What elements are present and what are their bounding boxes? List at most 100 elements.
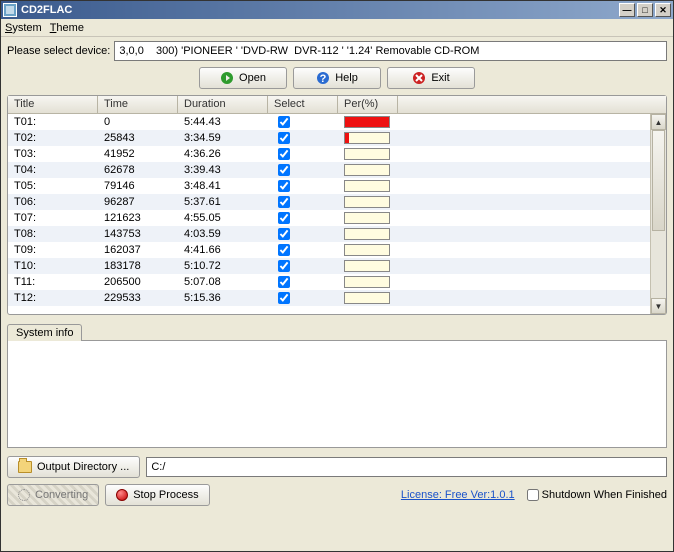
cell-title: T11:: [8, 276, 98, 288]
row-select-checkbox[interactable]: [278, 292, 290, 304]
table-row[interactable]: T12:2295335:15.36: [8, 290, 666, 306]
row-select-checkbox[interactable]: [278, 132, 290, 144]
exit-icon: [412, 71, 426, 85]
cell-time: 25843: [98, 132, 178, 144]
table-row[interactable]: T06:962875:37.61: [8, 194, 666, 210]
col-duration[interactable]: Duration: [178, 96, 268, 113]
table-row[interactable]: T05:791463:48.41: [8, 178, 666, 194]
row-select-checkbox[interactable]: [278, 228, 290, 240]
gear-icon: [18, 489, 30, 501]
table-row[interactable]: T02:258433:34.59: [8, 130, 666, 146]
cell-duration: 5:44.43: [178, 116, 268, 128]
help-icon: ?: [316, 71, 330, 85]
cell-duration: 3:48.41: [178, 180, 268, 192]
cell-title: T10:: [8, 260, 98, 272]
cell-duration: 5:10.72: [178, 260, 268, 272]
progress-bar: [344, 244, 390, 256]
output-directory-button[interactable]: Output Directory ...: [7, 456, 140, 478]
menu-bar: System Theme: [1, 19, 673, 37]
cell-time: 96287: [98, 196, 178, 208]
cell-duration: 4:41.66: [178, 244, 268, 256]
cell-time: 121623: [98, 212, 178, 224]
device-select[interactable]: [114, 41, 667, 61]
cell-title: T01:: [8, 116, 98, 128]
progress-bar: [344, 228, 390, 240]
cell-title: T05:: [8, 180, 98, 192]
scroll-thumb[interactable]: [652, 130, 665, 231]
row-select-checkbox[interactable]: [278, 260, 290, 272]
cell-title: T03:: [8, 148, 98, 160]
cell-time: 62678: [98, 164, 178, 176]
cell-title: T07:: [8, 212, 98, 224]
close-button[interactable]: ✕: [655, 3, 671, 17]
cell-time: 162037: [98, 244, 178, 256]
row-select-checkbox[interactable]: [278, 148, 290, 160]
row-select-checkbox[interactable]: [278, 276, 290, 288]
cell-time: 183178: [98, 260, 178, 272]
row-select-checkbox[interactable]: [278, 196, 290, 208]
exit-button[interactable]: Exit: [387, 67, 475, 89]
maximize-button[interactable]: □: [637, 3, 653, 17]
cell-title: T12:: [8, 292, 98, 304]
col-select[interactable]: Select: [268, 96, 338, 113]
progress-bar: [344, 132, 390, 144]
table-row[interactable]: T04:626783:39.43: [8, 162, 666, 178]
scroll-down-icon[interactable]: ▼: [651, 298, 666, 314]
tab-system-info[interactable]: System info: [7, 324, 82, 341]
cell-duration: 5:37.61: [178, 196, 268, 208]
progress-bar: [344, 180, 390, 192]
cell-duration: 5:15.36: [178, 292, 268, 304]
device-label: Please select device:: [7, 45, 110, 57]
app-window: CD2FLAC — □ ✕ System Theme Please select…: [0, 0, 674, 552]
table-row[interactable]: T11:2065005:07.08: [8, 274, 666, 290]
scroll-up-icon[interactable]: ▲: [651, 114, 666, 130]
minimize-button[interactable]: —: [619, 3, 635, 17]
cell-title: T09:: [8, 244, 98, 256]
table-row[interactable]: T08:1437534:03.59: [8, 226, 666, 242]
progress-bar: [344, 212, 390, 224]
converting-button[interactable]: Converting: [7, 484, 99, 506]
row-select-checkbox[interactable]: [278, 244, 290, 256]
col-title[interactable]: Title: [8, 96, 98, 113]
shutdown-checkbox-label[interactable]: Shutdown When Finished: [527, 489, 667, 501]
cell-duration: 3:39.43: [178, 164, 268, 176]
progress-bar: [344, 164, 390, 176]
cell-time: 41952: [98, 148, 178, 160]
cell-title: T04:: [8, 164, 98, 176]
app-icon: [3, 3, 17, 17]
license-link[interactable]: License: Free Ver:1.0.1: [401, 489, 515, 501]
cell-time: 143753: [98, 228, 178, 240]
col-time[interactable]: Time: [98, 96, 178, 113]
cell-duration: 3:34.59: [178, 132, 268, 144]
folder-icon: [18, 461, 32, 473]
row-select-checkbox[interactable]: [278, 116, 290, 128]
cell-time: 79146: [98, 180, 178, 192]
row-select-checkbox[interactable]: [278, 164, 290, 176]
row-select-checkbox[interactable]: [278, 180, 290, 192]
col-percent[interactable]: Per(%): [338, 96, 398, 113]
track-table: Title Time Duration Select Per(%) T01:05…: [7, 95, 667, 315]
menu-theme[interactable]: Theme: [50, 22, 84, 34]
vertical-scrollbar[interactable]: ▲ ▼: [650, 114, 666, 314]
cell-time: 206500: [98, 276, 178, 288]
window-title: CD2FLAC: [21, 4, 72, 16]
cell-title: T06:: [8, 196, 98, 208]
system-info-box: [7, 340, 667, 448]
table-row[interactable]: T10:1831785:10.72: [8, 258, 666, 274]
table-row[interactable]: T07:1216234:55.05: [8, 210, 666, 226]
cell-duration: 4:03.59: [178, 228, 268, 240]
output-path-input[interactable]: [146, 457, 667, 477]
table-row[interactable]: T01:05:44.43: [8, 114, 666, 130]
table-row[interactable]: T09:1620374:41.66: [8, 242, 666, 258]
title-bar: CD2FLAC — □ ✕: [1, 1, 673, 19]
table-row[interactable]: T03:419524:36.26: [8, 146, 666, 162]
progress-bar: [344, 292, 390, 304]
shutdown-checkbox[interactable]: [527, 489, 539, 501]
help-button[interactable]: ? Help: [293, 67, 381, 89]
menu-system[interactable]: System: [5, 22, 42, 34]
stop-process-button[interactable]: Stop Process: [105, 484, 209, 506]
open-button[interactable]: Open: [199, 67, 287, 89]
row-select-checkbox[interactable]: [278, 212, 290, 224]
progress-bar: [344, 260, 390, 272]
progress-bar: [344, 196, 390, 208]
